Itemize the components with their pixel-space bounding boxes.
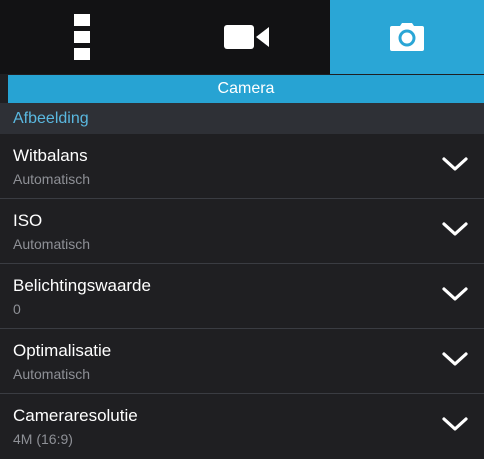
- chevron-down-icon[interactable]: [442, 221, 468, 237]
- camera-icon: [389, 22, 425, 52]
- top-tab-bar: [0, 0, 484, 74]
- settings-list: Witbalans Automatisch ISO Automatisch Be…: [0, 134, 484, 459]
- setting-value: 0: [13, 301, 21, 317]
- setting-value: 4M (16:9): [13, 431, 73, 447]
- setting-optimalisatie[interactable]: Optimalisatie Automatisch: [0, 329, 484, 394]
- tab-video[interactable]: [163, 0, 330, 74]
- tab-menu[interactable]: [0, 0, 163, 74]
- setting-cameraresolutie[interactable]: Cameraresolutie 4M (16:9): [0, 394, 484, 459]
- category-header: Afbeelding: [0, 103, 484, 134]
- chevron-down-icon[interactable]: [442, 286, 468, 302]
- setting-value: Automatisch: [13, 171, 91, 187]
- setting-title: Witbalans: [13, 146, 88, 165]
- menu-icon: [73, 14, 90, 60]
- page-title: Camera: [8, 75, 484, 103]
- setting-iso[interactable]: ISO Automatisch: [0, 199, 484, 264]
- chevron-down-icon[interactable]: [442, 416, 468, 432]
- setting-title: Belichtingswaarde: [13, 276, 151, 295]
- setting-title: Cameraresolutie: [13, 406, 138, 425]
- setting-value: Automatisch: [13, 236, 91, 252]
- setting-value: Automatisch: [13, 366, 91, 382]
- setting-belichtingswaarde[interactable]: Belichtingswaarde 0: [0, 264, 484, 329]
- chevron-down-icon[interactable]: [442, 156, 468, 172]
- video-camera-icon: [223, 24, 270, 50]
- setting-title: ISO: [13, 211, 43, 230]
- chevron-down-icon[interactable]: [442, 351, 468, 367]
- setting-witbalans[interactable]: Witbalans Automatisch: [0, 134, 484, 199]
- tab-camera[interactable]: [330, 0, 484, 74]
- setting-title: Optimalisatie: [13, 341, 112, 360]
